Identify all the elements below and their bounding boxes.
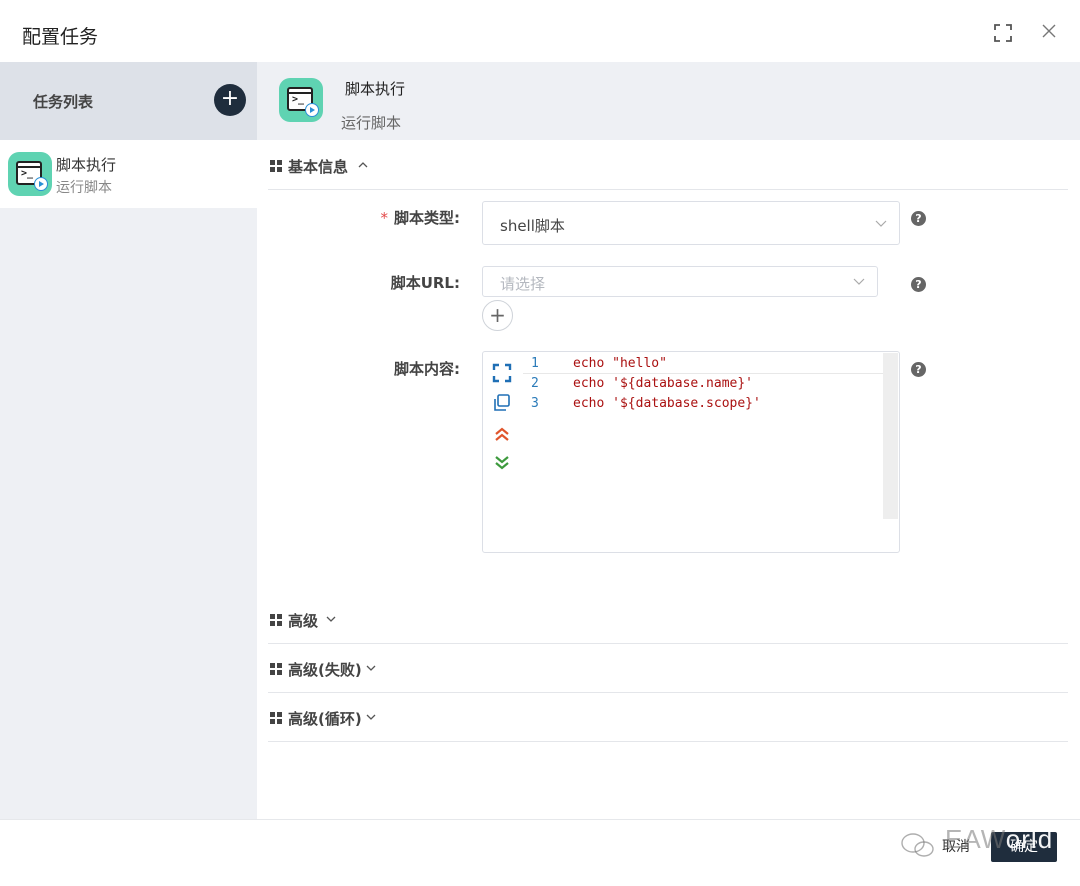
chevron-down-icon	[366, 665, 376, 671]
grid-icon	[270, 663, 282, 675]
required-mark: *	[380, 209, 389, 227]
add-task-button[interactable]: +	[214, 84, 246, 116]
line-number: 2	[531, 376, 539, 391]
sidebar-task-item[interactable]: >_ 脚本执行 运行脚本	[0, 140, 257, 208]
editor-scrollbar[interactable]	[883, 353, 898, 519]
section-title: 高级(失败)	[288, 661, 362, 679]
plus-icon: +	[489, 303, 506, 327]
expand-down-icon[interactable]	[491, 452, 513, 474]
section-basic-info[interactable]: 基本信息	[268, 140, 1068, 190]
script-url-select[interactable]: 请选择	[482, 266, 878, 297]
help-icon[interactable]: ?	[911, 277, 926, 292]
copy-icon[interactable]	[491, 392, 513, 414]
script-url-label: 脚本URL:	[390, 274, 460, 292]
task-detail-name: 脚本执行	[345, 80, 406, 98]
section-advanced[interactable]: 高级	[268, 594, 1068, 644]
section-advanced-failure[interactable]: 高级(失败)	[268, 643, 1068, 693]
section-title: 高级(循环)	[288, 710, 362, 728]
expand-editor-icon[interactable]	[491, 362, 513, 384]
plus-icon: +	[220, 86, 240, 111]
script-url-placeholder: 请选择	[500, 275, 546, 293]
code-line: echo '${database.name}'	[573, 376, 754, 391]
task-item-desc: 运行脚本	[56, 180, 112, 196]
task-detail-desc: 运行脚本	[341, 114, 402, 132]
section-title: 基本信息	[288, 158, 349, 176]
line-number: 3	[531, 396, 539, 411]
fullscreen-icon[interactable]	[994, 24, 1012, 42]
section-advanced-loop[interactable]: 高级(循环)	[268, 692, 1068, 742]
help-icon[interactable]: ?	[911, 211, 926, 226]
task-list-title: 任务列表	[33, 93, 94, 111]
terminal-script-icon: >_	[279, 78, 323, 122]
dialog-footer: 取消 确定 EAWorld	[0, 819, 1080, 886]
config-task-dialog: 配置任务 任务列表 + >_ 脚本执行 运行脚本 >_ 脚本执行 运行脚本 基本…	[0, 0, 1080, 886]
chevron-down-icon	[366, 714, 376, 720]
code-line: echo '${database.scope}'	[573, 396, 761, 411]
chevron-down-icon	[875, 220, 887, 227]
line-numbers: 1 2 3	[531, 354, 539, 414]
section-title: 高级	[288, 612, 319, 630]
help-icon[interactable]: ?	[911, 362, 926, 377]
collapse-up-icon[interactable]	[491, 424, 513, 446]
terminal-script-icon: >_	[8, 152, 52, 196]
chevron-down-icon	[853, 278, 865, 285]
grid-icon	[270, 614, 282, 626]
code-content[interactable]: echo "hello" echo '${database.name}' ech…	[573, 354, 761, 414]
dialog-title: 配置任务	[22, 26, 99, 48]
close-icon[interactable]	[1040, 22, 1058, 40]
task-list-header: 任务列表 +	[0, 62, 257, 140]
wechat-watermark-icon	[901, 833, 934, 857]
dialog-header: 配置任务	[0, 0, 1080, 62]
line-number: 1	[531, 356, 539, 371]
task-list-sidebar: 任务列表 + >_ 脚本执行 运行脚本	[0, 62, 257, 819]
code-line: echo "hello"	[573, 356, 667, 371]
script-type-value: shell脚本	[500, 217, 565, 235]
chevron-up-icon	[358, 162, 368, 168]
grid-icon	[270, 712, 282, 724]
add-script-url-button[interactable]: +	[482, 300, 513, 331]
watermark-text: EAWorld	[945, 824, 1054, 854]
script-type-label: * 脚本类型:	[380, 209, 461, 227]
task-detail-header: >_ 脚本执行 运行脚本	[257, 62, 1080, 140]
script-type-select[interactable]: shell脚本	[482, 201, 900, 245]
grid-icon	[270, 160, 282, 172]
task-item-name: 脚本执行	[56, 156, 117, 174]
script-content-label: 脚本内容:	[394, 360, 460, 378]
chevron-down-icon	[326, 616, 336, 622]
script-code-editor[interactable]: 1 2 3 echo "hello" echo '${database.name…	[482, 351, 900, 553]
